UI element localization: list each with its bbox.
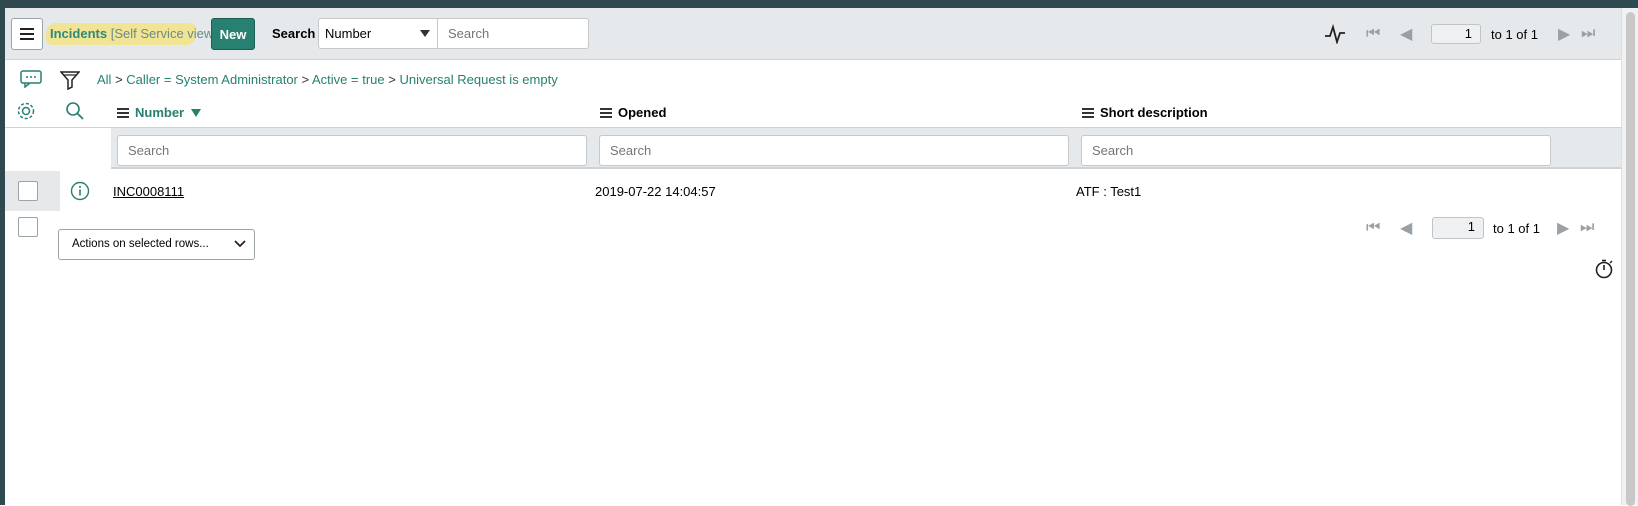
- number-search-input[interactable]: [117, 135, 587, 166]
- breadcrumb: All > Caller = System Administrator > Ac…: [97, 72, 558, 87]
- chevron-down-icon: [234, 240, 246, 248]
- breadcrumb-filter-active[interactable]: Active = true: [312, 72, 385, 87]
- column-menu-icon[interactable]: [1082, 106, 1094, 120]
- activity-pulse-icon: [1325, 24, 1345, 44]
- incident-number-link[interactable]: INC0008111: [113, 184, 184, 199]
- column-header-opened[interactable]: Opened: [600, 105, 666, 120]
- column-menu-icon[interactable]: [117, 106, 129, 120]
- search-input[interactable]: [437, 18, 589, 49]
- footer-page-number-input[interactable]: 1: [1432, 217, 1484, 239]
- scrollbar-thumb[interactable]: [1626, 12, 1635, 506]
- page-range: to 1 of 1: [1491, 26, 1538, 42]
- filter-funnel-icon[interactable]: [59, 70, 81, 93]
- hamburger-icon: [20, 28, 34, 40]
- list-title-text: Incidents: [50, 26, 108, 41]
- short-description-search-input[interactable]: [1081, 135, 1551, 166]
- opened-search-input[interactable]: [599, 135, 1069, 166]
- column-header-number[interactable]: Number: [117, 105, 202, 120]
- activity-stream-button[interactable]: [1324, 22, 1346, 46]
- short-description-cell: ATF : Test1: [1076, 184, 1142, 199]
- breadcrumb-separator: >: [388, 72, 396, 87]
- table-row: INC0008111 2019-07-22 14:04:57 ATF : Tes…: [5, 171, 1621, 211]
- search-field-value: Number: [325, 26, 372, 41]
- column-label-short-description[interactable]: Short description: [1100, 105, 1208, 120]
- chat-bubble-icon[interactable]: [20, 70, 42, 91]
- column-label-number[interactable]: Number: [135, 105, 184, 120]
- info-icon[interactable]: [70, 181, 90, 204]
- opened-cell: 2019-07-22 14:04:57: [595, 184, 716, 199]
- new-button[interactable]: New: [211, 18, 255, 50]
- column-header-short-description[interactable]: Short description: [1082, 105, 1208, 120]
- vertical-scrollbar[interactable]: [1621, 8, 1638, 506]
- list-title: Incidents [Self Service view]: [44, 23, 217, 45]
- breadcrumb-separator: >: [115, 72, 123, 87]
- footer-page-range: to 1 of 1: [1493, 220, 1540, 236]
- search-row-spacer: [5, 128, 111, 169]
- next-page-icon[interactable]: ▶: [1558, 22, 1570, 46]
- select-all-checkbox[interactable]: [18, 217, 38, 237]
- window-top-bar: [0, 0, 1638, 8]
- caret-down-icon: [420, 30, 430, 37]
- row-checkbox[interactable]: [18, 181, 38, 201]
- previous-page-icon[interactable]: ◀: [1400, 22, 1412, 46]
- stopwatch-icon[interactable]: [1594, 259, 1614, 282]
- list-header: Incidents [Self Service view] New Search…: [5, 8, 1621, 60]
- search-field-select[interactable]: Number: [318, 18, 438, 49]
- last-page-icon[interactable]: ⏭: [1581, 22, 1595, 46]
- breadcrumb-separator: >: [301, 72, 310, 87]
- left-edge: [0, 8, 5, 505]
- footer-next-page-icon[interactable]: ▶: [1557, 216, 1569, 240]
- list-frame: Incidents [Self Service view] New Search…: [0, 8, 1638, 506]
- footer-last-page-icon[interactable]: ⏭: [1580, 216, 1594, 240]
- footer-previous-page-icon[interactable]: ◀: [1400, 216, 1412, 240]
- first-page-icon[interactable]: ⏮: [1366, 22, 1380, 46]
- footer-first-page-icon[interactable]: ⏮: [1366, 216, 1380, 240]
- actions-select[interactable]: Actions on selected rows...: [58, 229, 255, 260]
- search-toggle-icon[interactable]: [65, 101, 85, 124]
- breadcrumb-filter-universal-request[interactable]: Universal Request is empty: [399, 72, 557, 87]
- column-menu-icon[interactable]: [600, 106, 612, 120]
- breadcrumb-all[interactable]: All: [97, 72, 111, 87]
- personalize-list-gear-icon[interactable]: [16, 101, 36, 124]
- actions-select-value: Actions on selected rows...: [72, 238, 209, 250]
- column-label-opened[interactable]: Opened: [618, 105, 666, 120]
- sort-descending-icon: [191, 108, 202, 117]
- breadcrumb-filter-caller[interactable]: Caller = System Administrator: [126, 72, 298, 87]
- search-label: Search: [272, 26, 316, 41]
- view-label: [Self Service view]: [110, 26, 217, 41]
- list-menu-button[interactable]: [11, 18, 43, 50]
- column-search-row: [5, 127, 1621, 169]
- page-number-input[interactable]: 1: [1431, 24, 1481, 44]
